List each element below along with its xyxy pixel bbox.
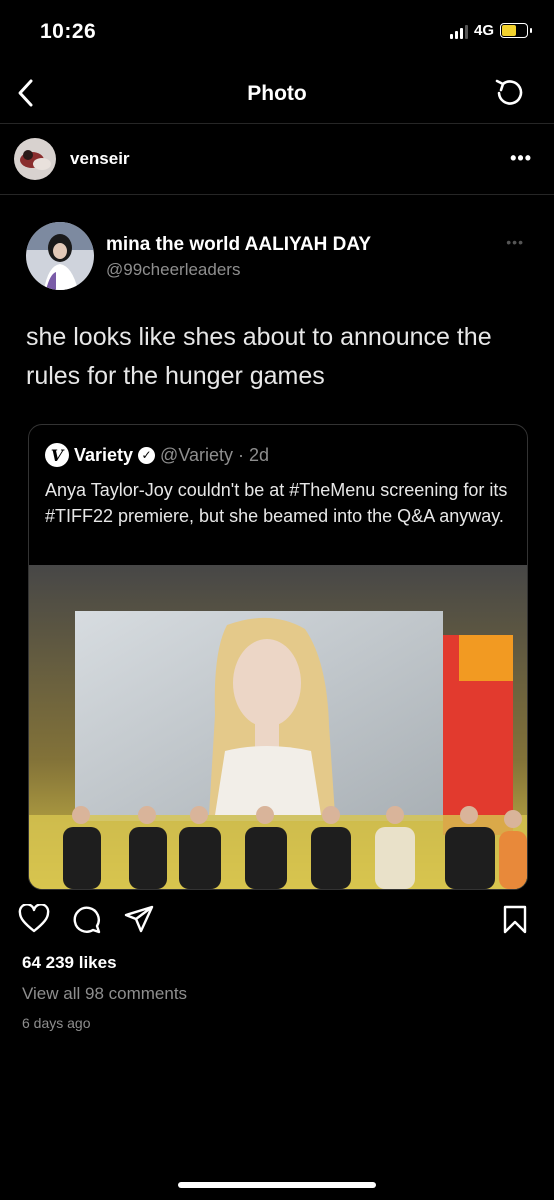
quoted-tweet-photo — [29, 565, 527, 889]
view-comments-link[interactable]: View all 98 comments — [22, 984, 187, 1004]
like-button[interactable] — [18, 903, 50, 939]
tweet-more-icon: ••• — [506, 234, 524, 250]
quoted-tweet-header: V Variety ✓ @Variety · 2d — [45, 443, 269, 467]
verified-icon: ✓ — [138, 446, 156, 464]
network-label: 4G — [473, 22, 494, 39]
page-title: Photo — [247, 82, 307, 105]
status-time: 10:26 — [40, 20, 97, 43]
signal-icon — [449, 23, 468, 39]
screening-photo — [29, 565, 527, 889]
avatar[interactable] — [14, 138, 56, 180]
avatar-image — [14, 138, 56, 180]
more-options-button[interactable]: ••• — [510, 148, 532, 169]
quoted-tweet-text: Anya Taylor-Joy couldn't be at #TheMenu … — [45, 480, 508, 526]
refresh-icon — [495, 79, 523, 105]
variety-logo: V — [45, 443, 69, 467]
header-divider — [0, 123, 554, 124]
refresh-button[interactable] — [494, 76, 526, 113]
comment-button[interactable] — [72, 904, 102, 939]
quoted-author-name: Variety — [74, 444, 134, 465]
home-indicator[interactable] — [178, 1182, 376, 1188]
quoted-author-handle: @Variety · 2d — [160, 444, 270, 465]
status-indicators: 4G — [449, 22, 532, 39]
post-timestamp: 6 days ago — [22, 1015, 91, 1031]
bookmark-button[interactable] — [502, 904, 528, 939]
send-icon — [124, 905, 154, 933]
bookmark-icon — [503, 905, 527, 934]
tweet-author-handle: @99cheerleaders — [106, 260, 241, 279]
comment-icon — [73, 906, 101, 934]
tweet-avatar-image — [26, 222, 94, 290]
battery-icon — [500, 23, 532, 38]
quoted-tweet: V Variety ✓ @Variety · 2d Anya Taylor-Jo… — [28, 424, 528, 890]
tweet-avatar — [26, 222, 94, 290]
post-username[interactable]: venseir — [70, 149, 130, 169]
share-button[interactable] — [124, 904, 154, 939]
likes-count[interactable]: 64 239 likes — [22, 953, 117, 973]
heart-icon — [18, 903, 50, 933]
tweet-text: she looks like shes about to announce th… — [26, 323, 492, 390]
post-header-divider — [0, 194, 554, 195]
tweet-author-name: mina the world AALIYAH DAY — [106, 234, 371, 255]
post-actions — [18, 903, 154, 939]
